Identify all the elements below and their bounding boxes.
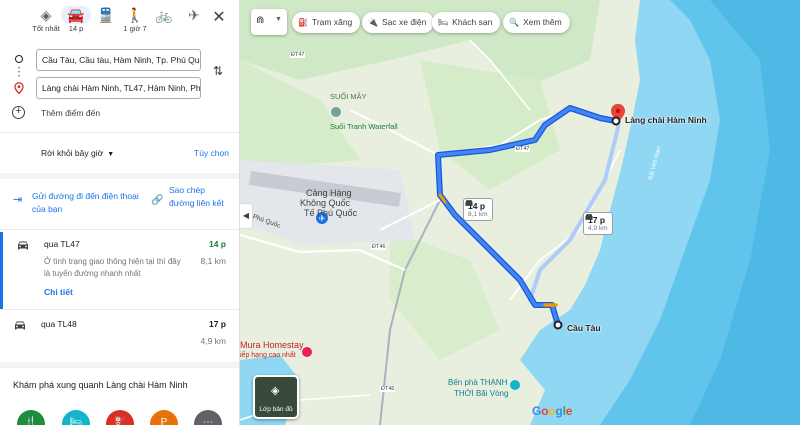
mode-flight[interactable]: ✈ [176,6,212,24]
send-to-phone-link[interactable]: Gửi đường đi đến điện thoại của bạn [32,190,142,216]
copy-link-button[interactable]: Sao chép đường liên kết [169,184,229,210]
car-icon [465,200,473,206]
close-icon[interactable]: ✕ [211,9,227,27]
layers-button[interactable]: ◈ Lớp bản đồ [253,375,299,419]
route-dots-icon: • • • [18,66,21,80]
mode-car-label: 14 p [68,24,84,33]
origin-input[interactable]: Cầu Tàu, Cầu tàu, Hàm Ninh, Tp. Phú Quốc [36,49,201,71]
swap-icon[interactable]: ⇅ [213,64,223,78]
route-distance: 8,1 km [200,256,226,266]
chip-ev-charging[interactable]: 🔌 Sạc xe điện [362,12,435,33]
link-icon: 🔗 [151,195,164,206]
map-label-homestay-sub: iếp hạng cao nhất [240,352,296,359]
car-icon [15,321,25,330]
origin-dot-icon [15,55,23,63]
send-to-phone-icon: ⇥ [13,194,23,206]
route-bubble-distance: 4,9 km [588,225,608,232]
parking-icon[interactable]: P [150,410,178,425]
route-bubble-primary[interactable]: 14 p 8,1 km [463,198,493,221]
chip-label: Khách sạn [452,17,493,27]
add-destination-button[interactable]: + Thêm điểm đến [12,106,192,122]
map-label-suoi-may: SUỐI MÂY [330,92,367,101]
explore-nearby: Khám phá xung quanh Làng chài Hàm Ninh 🍴… [0,362,239,425]
divider [0,309,239,310]
car-icon: 🚘 [61,6,91,24]
route-option-1[interactable]: qua TL47 14 p 8,1 km Ở tình trạng giao t… [0,232,239,310]
plus-icon: + [12,106,25,119]
map-label-ferry-2: THỚI Bãi Vòng [454,389,509,398]
chevron-left-icon: ◀ [242,211,250,220]
hotel-icon[interactable]: 🛏 [62,410,90,425]
explore-title: Khám phá xung quanh Làng chài Hàm Ninh [13,380,188,390]
search-icon: 🔍 [509,18,519,27]
route-duration: 14 p [208,239,226,249]
map-label-airport-3: Tế Phú Quốc [304,208,358,218]
tools-icon: ⋒ [256,15,265,26]
road-shield-dt47: ĐT47 [290,52,306,58]
map-label-airport-2: Không Quốc [300,198,351,208]
depart-label: Rời khỏi bây giờ [41,148,104,158]
gas-pump-icon: ⛽ [298,18,308,27]
destination-input[interactable]: Làng chài Hàm Ninh, TL47, Hàm Ninh, Phú … [36,77,201,99]
chip-label: Xem thêm [522,17,562,27]
road-shield-dt46: ĐT46 [371,244,387,250]
map-label-ferry-1[interactable]: Bến phà THẠNH [448,378,507,387]
divider [0,229,239,230]
chevron-down-icon: ▼ [107,151,115,158]
route-option-2[interactable]: qua TL48 17 p 4,9 km [0,312,239,360]
options-button[interactable]: Tùy chọn [194,148,229,158]
route-via: qua TL47 [44,239,80,249]
origin-map-label[interactable]: Cầu Tàu [567,323,601,333]
map-label-waterfall[interactable]: Suối Tranh Waterfall [330,122,398,131]
ev-charger-icon: 🔌 [368,18,378,27]
google-logo: Google [532,404,573,418]
destination-map-label[interactable]: Làng chài Hàm Ninh [625,115,707,125]
road-shield-dt46: ĐT46 [380,386,396,392]
chevron-down-icon: ▼ [275,16,282,23]
layers-label: Lớp bản đồ [259,406,293,413]
gas-station-icon[interactable]: ⛽ [106,410,134,425]
chip-gas-station[interactable]: ⛽ Trạm xăng [292,12,361,33]
chip-label: Trạm xăng [311,17,353,27]
route-distance: 4,9 km [200,336,226,346]
divider [0,173,239,179]
mode-walk-label: 1 giờ 7 [123,24,147,33]
app-root: ◈ Tốt nhất 🚘 14 p 🚆 🚶 1 giờ 7 🚲 ✈ ✕ • • … [0,0,800,425]
collapse-panel-button[interactable]: ◀ [240,203,253,229]
route-description: Ở tình trạng giao thông hiện tại thì đây… [44,257,181,278]
plane-icon: ✈ [188,7,200,23]
bed-icon: 🛏 [438,18,449,27]
restaurant-icon[interactable]: 🍴 [17,410,45,425]
route-bubble-alternative[interactable]: 17 p 4,9 km [583,212,613,235]
car-icon [18,241,28,250]
map-label-airport-1: Cảng Hàng [306,188,352,198]
route-bubble-distance: 8,1 km [468,211,488,218]
depart-time-dropdown[interactable]: Rời khỏi bây giờ ▼ [41,148,114,158]
map-tool-button[interactable]: ⋒ ▼ [251,9,287,35]
chip-hotels[interactable]: 🛏 Khách sạn [432,12,501,33]
map-canvas[interactable]: ✈ SUỐI MÂY Suối Tranh Waterfall Cảng Hàn… [240,0,800,425]
car-icon [585,214,593,220]
more-icon[interactable]: ⋯ [194,410,222,425]
map-label-homestay[interactable]: Mura Homestay [240,340,304,350]
divider [0,132,239,133]
destination-pin-icon [14,82,24,94]
road-shield-dt47: ĐT47 [515,146,531,152]
travel-mode-bar: ◈ Tốt nhất 🚘 14 p 🚆 🚶 1 giờ 7 🚲 ✈ ✕ [0,0,239,42]
directions-panel: ◈ Tốt nhất 🚘 14 p 🚆 🚶 1 giờ 7 🚲 ✈ ✕ • • … [0,0,240,425]
chip-label: Sạc xe điện [381,17,427,27]
route-duration: 17 p [208,319,226,329]
chip-more[interactable]: 🔍 Xem thêm [503,12,570,33]
add-destination-label: Thêm điểm đến [41,108,101,118]
layers-icon: ◈ [271,385,280,397]
route-via: qua TL48 [41,319,77,329]
route-details-link[interactable]: Chi tiết [44,287,73,297]
